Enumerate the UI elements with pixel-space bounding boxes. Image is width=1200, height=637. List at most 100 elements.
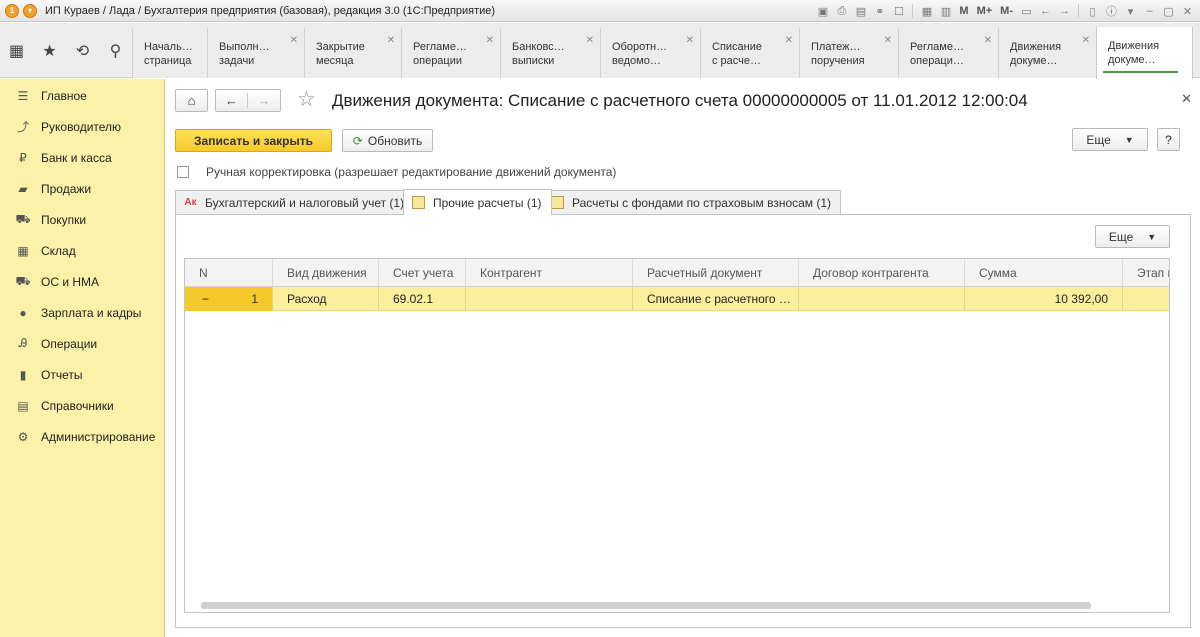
tab-regulated-operations-2[interactable]: Регламе… операци… ✕ xyxy=(898,28,998,78)
sidebar-item-purchases[interactable]: ⛟ Покупки xyxy=(0,204,164,235)
tab-label: Списание с расче… xyxy=(712,41,762,67)
tab-insurance-funds[interactable]: Расчеты с фондами по страховым взносам (… xyxy=(542,190,842,214)
back-arrow-icon[interactable]: ← xyxy=(216,93,249,108)
back-arrow-icon[interactable]: ← xyxy=(1037,3,1054,20)
bag-icon: ▰ xyxy=(18,181,28,196)
tab-tasks[interactable]: Выполн… задачи ✕ xyxy=(207,28,304,78)
tab-label: Платеж… поручения xyxy=(811,41,865,67)
help-button[interactable]: ? xyxy=(1157,128,1180,151)
column-header-n[interactable]: N xyxy=(185,259,273,287)
tab-bank-statements[interactable]: Банковс… выписки ✕ xyxy=(500,28,600,78)
main-menu-chevron-icon[interactable]: ▾ xyxy=(23,3,37,18)
column-header-counterparty[interactable]: Контрагент xyxy=(466,259,633,287)
calendar-icon[interactable]: ▥ xyxy=(937,3,954,20)
tab-close-icon[interactable]: ✕ xyxy=(785,34,793,48)
favorite-star-icon[interactable]: ☆ xyxy=(297,89,316,111)
tab-month-close[interactable]: Закрытие месяца ✕ xyxy=(304,28,401,78)
column-header-account[interactable]: Счет учета xyxy=(379,259,466,287)
tab-close-icon[interactable]: ✕ xyxy=(984,34,992,48)
memory-m-button[interactable]: M xyxy=(956,3,971,20)
preview-icon[interactable]: ▤ xyxy=(852,3,869,20)
close-form-icon[interactable]: ✕ xyxy=(1181,91,1192,107)
save-and-close-button[interactable]: Записать и закрыть xyxy=(175,129,332,152)
document-form: ⌂ ← → ☆ Движения документа: Списание с р… xyxy=(166,79,1200,637)
history-icon[interactable]: ⟲ xyxy=(66,23,99,78)
tab-close-icon[interactable]: ✕ xyxy=(686,34,694,48)
sidebar-item-bank[interactable]: ₽ Банк и касса xyxy=(0,142,164,173)
memory-plus-button[interactable]: M+ xyxy=(974,3,996,20)
sidebar-item-fixed-assets[interactable]: ⛟ ОС и НМА xyxy=(0,266,164,297)
sidebar-item-warehouse[interactable]: ▦ Склад xyxy=(0,235,164,266)
tab-home-page[interactable]: Началь… страница xyxy=(132,28,207,78)
column-header-contract[interactable]: Договор контрагента xyxy=(799,259,965,287)
column-header-movement[interactable]: Вид движения xyxy=(273,259,379,287)
document-cell[interactable]: Списание с расчетного … xyxy=(633,287,799,311)
table-row[interactable]: − 1 Расход 69.02.1 Списание с расчетного… xyxy=(185,287,1169,311)
tab-payment-orders[interactable]: Платеж… поручения ✕ xyxy=(799,28,898,78)
tab-close-icon[interactable]: ✕ xyxy=(884,34,892,48)
more-menu-button[interactable]: Еще ▼ xyxy=(1072,128,1148,151)
tab-close-icon[interactable]: ✕ xyxy=(290,34,298,48)
movements-table: N Вид движения Счет учета Контрагент Рас… xyxy=(184,258,1170,613)
memory-minus-button[interactable]: M- xyxy=(997,3,1016,20)
close-window-icon[interactable]: ✕ xyxy=(1179,3,1196,20)
app-logo-icon[interactable]: 1 xyxy=(5,3,19,18)
manual-edit-checkbox[interactable] xyxy=(177,166,189,178)
maximize-icon[interactable]: ▢ xyxy=(1160,3,1177,20)
tab-close-icon[interactable]: ✕ xyxy=(486,34,494,48)
tab-close-icon[interactable]: ✕ xyxy=(586,34,594,48)
panels-icon[interactable]: ▯ xyxy=(1084,3,1101,20)
print-icon[interactable]: ⎙ xyxy=(833,3,850,20)
counterparty-cell[interactable] xyxy=(466,287,633,311)
sidebar-item-sales[interactable]: ▰ Продажи xyxy=(0,173,164,204)
bookmark-icon[interactable]: ☐ xyxy=(890,3,907,20)
table-more-button[interactable]: Еще ▼ xyxy=(1095,225,1170,248)
tab-document-movements[interactable]: Движения докуме… ✕ xyxy=(998,28,1096,78)
save-icon[interactable]: ▣ xyxy=(814,3,831,20)
minimize-icon[interactable]: – xyxy=(1141,3,1158,20)
refresh-button[interactable]: ⟳ Обновить xyxy=(342,129,433,152)
movement-cell[interactable]: Расход xyxy=(273,287,379,311)
row-number-cell[interactable]: − 1 xyxy=(185,287,273,311)
chevron-down-icon[interactable]: ▾ xyxy=(1122,3,1139,20)
forward-arrow-icon[interactable]: → xyxy=(248,93,280,108)
calculator-icon[interactable]: ▦ xyxy=(918,3,935,20)
tab-accounting[interactable]: Aк Бухгалтерский и налоговый учет (1) xyxy=(175,190,415,214)
toolbar-divider xyxy=(912,4,914,18)
tab-write-off[interactable]: Списание с расче… ✕ xyxy=(700,28,799,78)
tab-label: Банковс… выписки xyxy=(512,41,565,67)
column-header-stage[interactable]: Этап п xyxy=(1123,259,1169,287)
sections-grid-icon[interactable]: ▦ xyxy=(0,23,33,78)
ledger-icon: Ꭿ xyxy=(18,336,28,350)
tab-regulated-operations[interactable]: Регламе… операции ✕ xyxy=(401,28,500,78)
tab-other-settlements[interactable]: Прочие расчеты (1) xyxy=(403,189,552,215)
tab-turnover-sheet[interactable]: Оборотн… ведомо… ✕ xyxy=(600,28,700,78)
sidebar-item-main[interactable]: ☰ Главное xyxy=(0,80,164,111)
folder-icon[interactable]: ▭ xyxy=(1018,3,1035,20)
sidebar-item-admin[interactable]: ⚙ Администрирование xyxy=(0,421,164,452)
amount-cell[interactable]: 10 392,00 xyxy=(965,287,1123,311)
account-cell[interactable]: 69.02.1 xyxy=(379,287,466,311)
sidebar-item-reports[interactable]: ▮ Отчеты xyxy=(0,359,164,390)
sidebar-item-references[interactable]: ▤ Справочники xyxy=(0,390,164,421)
tabstrip-tools: ▦ ★ ⟲ ⚲ xyxy=(0,23,132,78)
ruble-icon: ₽ xyxy=(19,150,27,165)
sidebar-item-operations[interactable]: Ꭿ Операции xyxy=(0,328,164,359)
search-icon[interactable]: ⚲ xyxy=(99,23,132,78)
home-button[interactable]: ⌂ xyxy=(175,89,208,112)
sidebar-item-manager[interactable]: ⤴ Руководителю xyxy=(0,111,164,142)
stage-cell[interactable] xyxy=(1123,287,1169,311)
tab-close-icon[interactable]: ✕ xyxy=(387,34,395,48)
column-header-document[interactable]: Расчетный документ xyxy=(633,259,799,287)
tab-document-movements-active[interactable]: Движения докуме… xyxy=(1096,27,1193,79)
contract-cell[interactable] xyxy=(799,287,965,311)
info-icon[interactable]: ⓘ xyxy=(1103,3,1120,20)
favorites-star-icon[interactable]: ★ xyxy=(33,23,66,78)
tab-close-icon[interactable]: ✕ xyxy=(1082,34,1090,48)
gear-icon: ⚙ xyxy=(17,429,29,444)
sidebar-item-payroll[interactable]: ● Зарплата и кадры xyxy=(0,297,164,328)
link-icon[interactable]: ⚭ xyxy=(871,3,888,20)
horizontal-scrollbar[interactable] xyxy=(201,602,1091,609)
forward-arrow-icon[interactable]: → xyxy=(1056,3,1073,20)
column-header-amount[interactable]: Сумма xyxy=(965,259,1123,287)
